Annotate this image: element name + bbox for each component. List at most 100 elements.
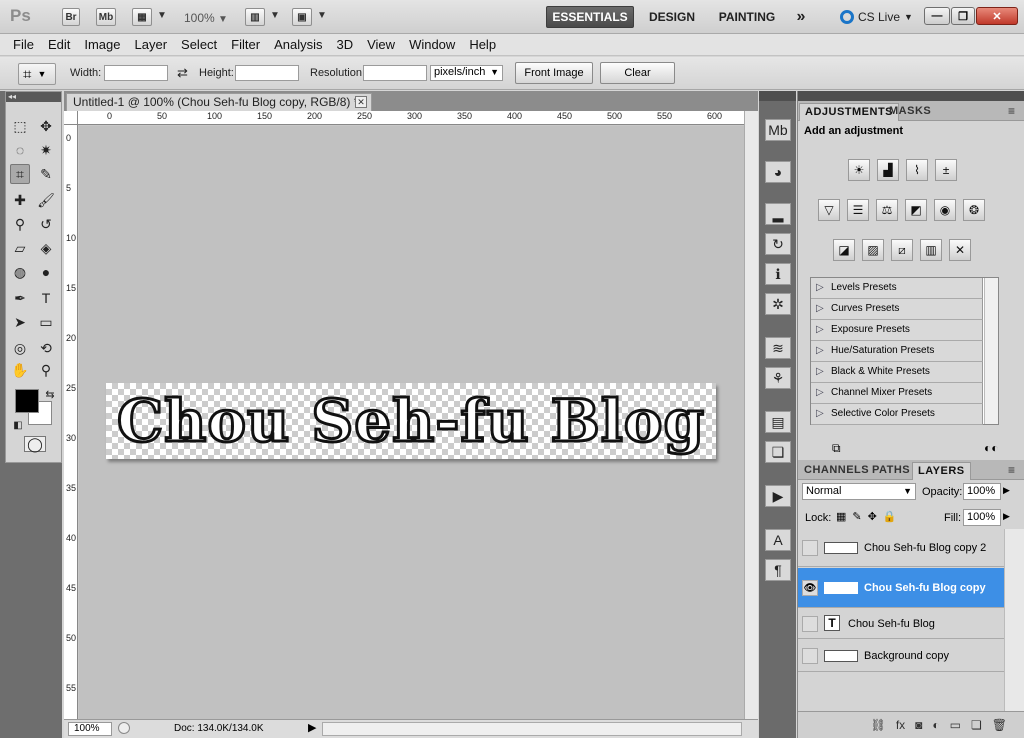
bridge-button[interactable]: Br [62,8,80,26]
opacity-field[interactable]: 100% [963,483,1001,500]
menu-3d[interactable]: 3D [329,37,360,52]
brightness-contrast-icon[interactable]: ☀ [848,159,870,181]
eraser-tool-icon[interactable]: ▱ [10,238,30,258]
default-colors-icon[interactable]: ◧ [8,415,28,435]
menu-file[interactable]: File [6,37,41,52]
menu-view[interactable]: View [360,37,402,52]
collapse-panels-icon[interactable] [798,91,1024,101]
workspace-design-button[interactable]: DESIGN [644,6,700,28]
brush-presets-panel-icon[interactable]: ≋ [765,337,791,359]
horizontal-scrollbar[interactable] [322,722,742,736]
document-canvas[interactable]: Chou Seh-fu Blog [106,383,716,459]
healing-brush-tool-icon[interactable]: ✚ [10,190,30,210]
vibrance-icon[interactable]: ▽ [818,199,840,221]
path-selection-tool-icon[interactable]: ➤ [10,312,30,332]
view-extras-icon[interactable]: ▦ [132,8,152,26]
histogram-panel-icon[interactable]: ▂ [765,203,791,225]
lock-all-icon[interactable]: 🔒 [883,511,903,523]
screen-mode-icon[interactable]: ▣ [292,8,312,26]
brush-tool-icon[interactable]: 🖌 [36,190,56,210]
workspace-painting-button[interactable]: PAINTING [710,6,784,28]
layer-row[interactable]: Background copy [798,640,1004,672]
clip-to-layer-icon[interactable]: ◐◐ [984,441,999,455]
tab-masks[interactable]: MASKS [884,103,936,121]
visibility-toggle[interactable] [802,648,818,664]
list-item[interactable]: ▷ Channel Mixer Presets [811,383,983,404]
front-image-button[interactable]: Front Image [515,62,593,84]
menu-help[interactable]: Help [462,37,503,52]
link-layers-icon[interactable]: ⛓ [871,718,886,732]
width-field[interactable] [104,65,168,81]
ruler-origin[interactable] [64,111,78,125]
actions-panel-icon[interactable]: ▶ [765,485,791,507]
color-panel-icon[interactable]: ◕ [765,161,791,183]
3d-rotate-tool-icon[interactable]: ◎ [10,338,30,358]
levels-icon[interactable]: ▟ [877,159,899,181]
clear-button[interactable]: Clear [600,62,675,84]
layer-style-icon[interactable]: fx [896,718,905,732]
gradient-map-icon[interactable]: ▥ [920,239,942,261]
status-menu-arrow-icon[interactable]: ▶ [308,721,316,734]
tab-layers[interactable]: LAYERS [912,462,971,480]
visibility-toggle[interactable] [802,540,818,556]
menu-analysis[interactable]: Analysis [267,37,329,52]
lasso-tool-icon[interactable]: ◌ [10,140,30,160]
menu-select[interactable]: Select [174,37,224,52]
menu-window[interactable]: Window [402,37,462,52]
photo-filter-icon[interactable]: ◉ [934,199,956,221]
invert-icon[interactable]: ◪ [833,239,855,261]
list-item[interactable]: ▷ Selective Color Presets [811,404,983,425]
menu-edit[interactable]: Edit [41,37,77,52]
foreground-color-swatch[interactable] [15,389,39,413]
threshold-icon[interactable]: ⧄ [891,239,913,261]
character-panel-icon[interactable]: A [765,529,791,551]
visibility-toggle[interactable] [802,616,818,632]
fill-slider-arrow-icon[interactable]: ▶ [1003,511,1010,522]
blend-mode-select[interactable]: Normal ▼ [802,483,916,500]
layer-comps-panel-icon[interactable]: ❏ [765,441,791,463]
eyedropper-tool-icon[interactable]: ✎ [36,164,56,184]
crop-tool-icon[interactable]: ⌗ [10,164,30,184]
document-tab[interactable]: Untitled-1 @ 100% (Chou Seh-fu Blog copy… [66,93,372,111]
new-group-icon[interactable]: ▭ [950,718,961,732]
marquee-tool-icon[interactable]: ⬚ [10,116,30,136]
layer-row[interactable]: T Chou Seh-fu Blog [798,609,1004,639]
quick-mask-icon[interactable]: ◯ [24,436,46,452]
more-workspaces-button[interactable]: » [790,6,812,28]
layer-row[interactable]: Chou Seh-fu Blog copy 2 [798,529,1004,567]
add-mask-icon[interactable]: ◙ [915,718,922,732]
eye-icon[interactable]: 👁 [802,580,818,596]
arrange-documents-icon[interactable]: ▥ [245,8,265,26]
lock-pixels-icon[interactable]: ✎ [852,511,867,523]
trash-icon[interactable]: 🗑 [992,718,1007,732]
tab-paths[interactable]: PATHS [867,462,915,480]
selective-color-icon[interactable]: ✕ [949,239,971,261]
expand-panels-icon[interactable] [759,91,796,101]
tool-preset-picker[interactable]: ⌗ ▼ [18,63,56,85]
posterize-icon[interactable]: ▨ [862,239,884,261]
new-layer-icon[interactable]: ❏ [971,718,982,732]
layers-scrollbar[interactable] [1004,529,1024,711]
tools-collapse-icon[interactable]: ◂◂ [6,92,61,102]
rectangle-tool-icon[interactable]: ▭ [36,312,56,332]
chevron-down-icon[interactable]: ▼ [157,10,167,21]
adjustment-mode-icon[interactable]: ⧉ [832,441,841,456]
status-info-icon[interactable] [118,722,130,734]
resolution-unit-select[interactable]: pixels/inch ▼ [430,65,503,81]
canvas-workspace[interactable]: Chou Seh-fu Blog [79,126,744,719]
cs-live-button[interactable]: CS Live ▼ [840,10,913,24]
lock-position-icon[interactable]: ✥ [868,511,883,523]
list-item[interactable]: ▷ Hue/Saturation Presets [811,341,983,362]
new-adjustment-layer-icon[interactable]: ◐ [932,718,939,732]
opacity-slider-arrow-icon[interactable]: ▶ [1003,485,1010,496]
tab-channels[interactable]: CHANNELS [799,462,874,480]
panel-menu-icon[interactable]: ≡ [1003,462,1021,480]
blur-tool-icon[interactable]: ◍ [10,262,30,282]
curves-icon[interactable]: ⌇ [906,159,928,181]
vertical-ruler[interactable]: 0 5 10 15 20 25 30 35 40 45 50 55 [64,125,78,719]
list-item[interactable]: ▷ Exposure Presets [811,320,983,341]
history-panel-icon[interactable]: ↻ [765,233,791,255]
lock-options[interactable]: ▦✎✥🔒 [836,510,903,523]
menu-layer[interactable]: Layer [128,37,175,52]
fill-field[interactable]: 100% [963,509,1001,526]
